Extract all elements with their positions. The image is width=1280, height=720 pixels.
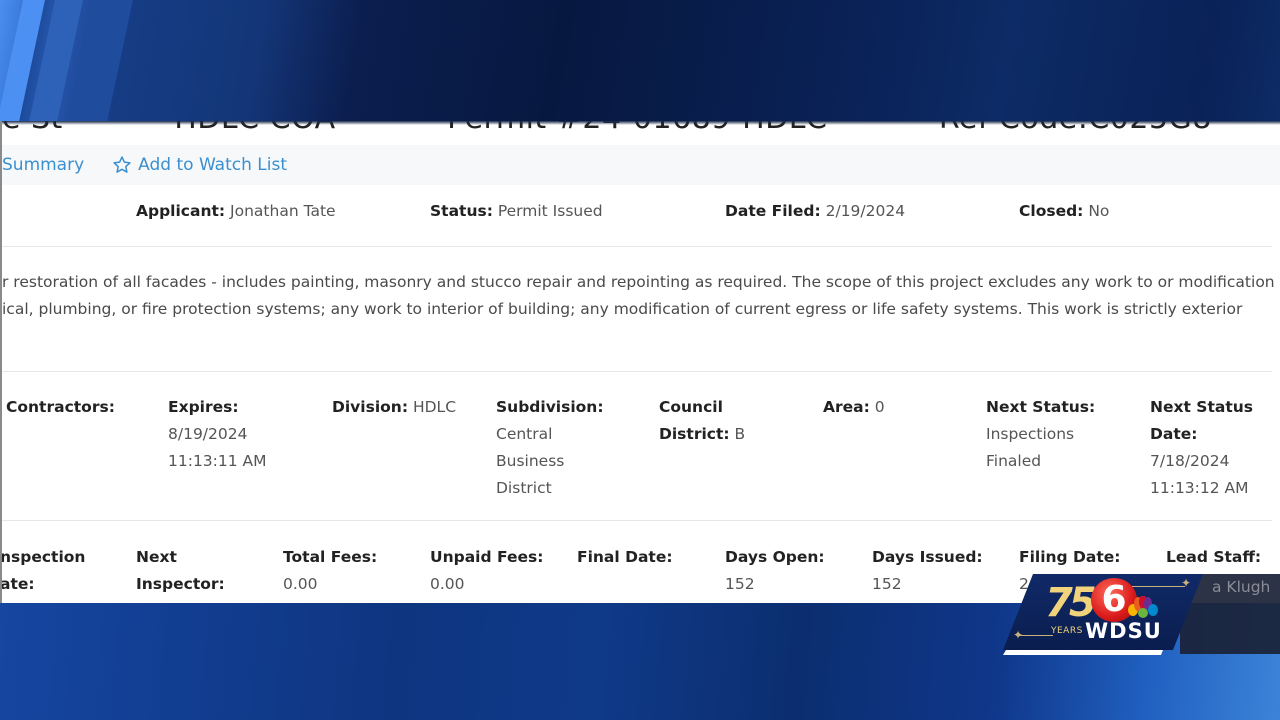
council-district-field: Council District: B <box>659 394 745 448</box>
area-field: Area: 0 <box>823 394 885 421</box>
division-field: Division: HDLC <box>332 394 456 421</box>
total-fees-field: Total Fees: 0.00 <box>283 544 377 598</box>
divider <box>2 371 1272 372</box>
applicant-field: Applicant: Jonathan Tate <box>136 198 336 225</box>
expires-time: 11:13:11 AM <box>168 452 267 470</box>
area-value: 0 <box>874 398 885 416</box>
next-status-value: Inspections <box>986 425 1075 443</box>
status-label: Status: <box>430 202 493 220</box>
logo-star-icon: ✦ <box>1013 628 1024 642</box>
closed-label: Closed: <box>1019 202 1084 220</box>
divider <box>2 246 1272 247</box>
days-issued-value: 152 <box>872 575 902 593</box>
contractors-label: Contractors: <box>6 398 115 416</box>
description-line: r restoration of all facades - includes … <box>2 273 1275 291</box>
council-district-value: B <box>734 425 746 443</box>
date-filed-value: 2/19/2024 <box>825 202 906 220</box>
final-date-label: Final Date: <box>577 548 673 566</box>
date-filed-field: Date Filed: 2/19/2024 <box>725 198 905 225</box>
next-status-date: 7/18/2024 <box>1150 452 1230 470</box>
days-open-value: 152 <box>725 575 755 593</box>
inspection-date-field: nspection ate: <box>0 544 86 598</box>
unpaid-fees-value: 0.00 <box>430 575 465 593</box>
station-call-letters: WDSU <box>1085 619 1162 643</box>
wdsu-logo-bug: ✦ ✦ 75 6 YEARS WDSU <box>1003 574 1280 656</box>
lead-staff-label: Lead Staff: <box>1166 548 1262 566</box>
action-bar: Summary Add to Watch List <box>2 145 1280 185</box>
division-value: HDLC <box>412 398 457 416</box>
next-inspector-label: Inspector: <box>136 575 225 593</box>
subdivision-value: District <box>496 479 552 497</box>
final-date-field: Final Date: <box>577 544 673 571</box>
logo-star-icon: ✦ <box>1181 576 1192 590</box>
next-status-date-label: Next Status <box>1150 398 1253 416</box>
details-row: Contractors: Expires: 8/19/2024 11:13:11… <box>2 394 1272 504</box>
inspection-date-label: nspection <box>0 548 86 566</box>
days-issued-label: Days Issued: <box>872 548 983 566</box>
days-issued-field: Days Issued: 152 <box>872 544 983 598</box>
summary-row: Applicant: Jonathan Tate Status: Permit … <box>2 198 1272 232</box>
subdivision-value: Business <box>496 452 565 470</box>
unpaid-fees-label: Unpaid Fees: <box>430 548 544 566</box>
watch-list-label: Add to Watch List <box>138 155 287 175</box>
next-status-date-label: Date: <box>1150 425 1198 443</box>
next-status-time: 11:13:12 AM <box>1150 479 1249 497</box>
date-filed-label: Date Filed: <box>725 202 821 220</box>
total-fees-label: Total Fees: <box>283 548 378 566</box>
description-line: ical, plumbing, or fire protection syste… <box>2 300 1243 318</box>
next-status-value: Finaled <box>986 452 1042 470</box>
logo-years-text: YEARS <box>1051 626 1083 636</box>
division-label: Division: <box>332 398 409 416</box>
project-description: r restoration of all facades - includes … <box>2 269 1275 323</box>
unpaid-fees-field: Unpaid Fees: 0.00 <box>430 544 543 598</box>
permit-detail-screen: e St - HDLC COA - Permit #24-01689-HDLC … <box>0 121 1280 603</box>
subdivision-field: Subdivision: Central Business District <box>496 394 604 502</box>
star-outline-icon <box>113 156 131 173</box>
filing-date-label: Filing Date: <box>1019 548 1121 566</box>
divider <box>2 520 1272 521</box>
logo-underline <box>1003 650 1163 655</box>
next-status-date-field: Next Status Date: 7/18/2024 11:13:12 AM <box>1150 394 1253 502</box>
applicant-label: Applicant: <box>136 202 226 220</box>
next-status-field: Next Status: Inspections Finaled <box>986 394 1095 475</box>
contractors-field: Contractors: <box>6 394 115 421</box>
subdivision-value: Central <box>496 425 553 443</box>
expires-date: 8/19/2024 <box>168 425 248 443</box>
closed-value: No <box>1088 202 1110 220</box>
district-label: District: <box>659 425 730 443</box>
next-inspector-field: Next Inspector: <box>136 544 225 598</box>
days-open-label: Days Open: <box>725 548 825 566</box>
total-fees-value: 0.00 <box>283 575 318 593</box>
summary-link[interactable]: Summary <box>2 155 84 175</box>
next-inspector-label: Next <box>136 548 177 566</box>
expires-label: Expires: <box>168 398 239 416</box>
expires-field: Expires: 8/19/2024 11:13:11 AM <box>168 394 267 475</box>
days-open-field: Days Open: 152 <box>725 544 825 598</box>
area-label: Area: <box>823 398 870 416</box>
council-label: Council <box>659 398 723 416</box>
status-value: Permit Issued <box>497 202 603 220</box>
inspection-date-label: ate: <box>0 575 35 593</box>
status-field: Status: Permit Issued <box>430 198 603 225</box>
nbc-peacock-icon <box>1128 596 1158 618</box>
applicant-value: Jonathan Tate <box>230 202 336 220</box>
top-shadow <box>2 121 1280 125</box>
lead-staff-field: Lead Staff: <box>1166 544 1261 571</box>
subdivision-label: Subdivision: <box>496 398 604 416</box>
next-status-label: Next Status: <box>986 398 1096 416</box>
closed-field: Closed: No <box>1019 198 1109 225</box>
add-to-watch-list-button[interactable]: Add to Watch List <box>112 155 287 175</box>
